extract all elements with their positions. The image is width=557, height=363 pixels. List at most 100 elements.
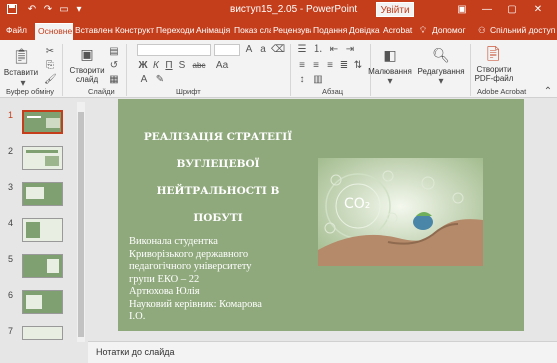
columns-icon[interactable]: ▥ [312,74,324,86]
title-bar: ↶ ↷ ▭ ▾ виступ15_2.05 - PowerPoint Увійт… [0,0,557,20]
ribbon-separator [470,44,471,96]
drawing-icon[interactable]: ◧ [381,46,399,64]
slide-image-co2-hands[interactable]: CO₂ [318,158,483,266]
sign-in-button[interactable]: Увійти [376,2,414,17]
layout-icon[interactable]: ▤ [108,46,120,58]
copy-icon[interactable]: ⎘ [44,60,56,72]
justify-icon[interactable]: ≣ [338,60,350,72]
font-size-combo[interactable] [214,44,240,56]
align-center-icon[interactable]: ≡ [310,60,322,72]
tab-help[interactable]: Довідка [349,23,381,40]
slide-thumbnail-2[interactable] [22,146,63,170]
line-spacing-icon[interactable]: ↕ [296,74,308,86]
notes-placeholder[interactable]: Нотатки до слайда [96,347,175,357]
slide-title-line: ВУГЛЕЦЕВОЇ [176,158,260,170]
close-icon[interactable]: ✕ [531,3,545,17]
tab-view[interactable]: Подання [313,23,347,40]
numbering-icon[interactable]: ⒈ [312,44,324,56]
tab-acrobat[interactable]: Acrobat [383,23,413,40]
create-pdf-button[interactable]: Створити PDF-файл [472,65,516,83]
align-right-icon[interactable]: ≡ [324,60,336,72]
ribbon-separator [290,44,291,96]
italic-button[interactable]: К [151,60,161,72]
drawing-dropdown-icon[interactable]: ▾ [384,76,396,88]
slide-thumbnail-7[interactable] [22,326,63,340]
slide-body-line: І.О. [129,311,146,322]
thumbnail-scrollbar-thumb[interactable] [78,112,84,337]
slide-body-line: Виконала студентка [129,236,218,247]
section-icon[interactable]: ▦ [108,74,120,86]
thumbnail-number: 4 [8,218,14,228]
new-slide-icon[interactable]: ▣ [79,46,95,62]
new-slide-button[interactable]: Створити слайд [66,66,108,84]
cut-icon[interactable]: ✂ [44,46,56,58]
highlight-icon[interactable]: ✎ [154,74,166,86]
slide-subtitle[interactable]: Виконала студентка Криворізького державн… [129,236,304,324]
co2-label: CO₂ [344,196,371,212]
strikethrough-button[interactable]: abc [190,60,208,72]
ribbon-tabs: Файл Основне Вставлення Конструкт Перехо… [0,20,557,40]
slide-body-line: групи ЕКО – 22 [129,273,200,285]
tab-slideshow[interactable]: Показ слай [234,23,271,40]
thumbnail-number: 6 [8,290,14,300]
slide-body-line: Артюхова Юлія [129,286,200,297]
save-icon[interactable] [6,4,18,16]
ribbon-separator [126,44,127,96]
slide-thumbnail-3[interactable] [22,182,63,206]
customize-toolbar-icon[interactable]: ▾ [73,4,85,16]
thumbnail-number: 7 [8,326,14,336]
slide-body-line: Науковий керівник: Комарова [129,298,262,310]
increase-indent-icon[interactable]: ⇥ [344,44,356,56]
tab-tell-me[interactable]: Допомог [432,23,470,40]
thumbnail-number: 1 [8,110,14,120]
thumbnail-number: 3 [8,182,14,192]
font-family-combo[interactable] [137,44,211,56]
minimize-icon[interactable]: — [480,3,494,17]
underline-button[interactable]: П [164,60,174,72]
font-color-icon[interactable]: A [138,74,150,86]
editing-button[interactable]: Редагування [413,67,469,76]
editing-icon[interactable]: 🔍︎ [432,46,450,64]
editing-dropdown-icon[interactable]: ▾ [435,76,447,88]
slide-title[interactable]: РЕАЛІЗАЦІЯ СТРАТЕГІЇ ВУГЛЕЦЕВОЇ НЕЙТРАЛЬ… [138,124,298,232]
undo-icon[interactable]: ↶ [26,4,38,16]
tab-animations[interactable]: Анімація [196,23,233,40]
tab-review[interactable]: Рецензува [273,23,311,40]
share-button[interactable]: Спільний доступ [490,23,556,40]
align-left-icon[interactable]: ≡ [296,60,308,72]
paste-icon[interactable]: 📋︎ [12,48,31,66]
tab-design[interactable]: Конструкт [115,23,154,40]
ribbon-display-options-icon[interactable]: ▣ [455,3,469,17]
slide-thumbnail-4[interactable] [22,218,63,242]
slide-thumbnail-1[interactable] [22,110,63,134]
redo-icon[interactable]: ↷ [42,4,54,16]
clear-formatting-icon[interactable]: ⌫ [271,44,285,56]
shadow-button[interactable]: S [177,60,187,72]
collapse-ribbon-icon[interactable]: ⌃ [542,86,554,98]
tab-transitions[interactable]: Переходи [156,23,194,40]
share-icon[interactable]: ⚇ [478,23,488,40]
reset-icon[interactable]: ↺ [108,60,120,72]
change-case-button[interactable]: Аа [214,60,230,72]
maximize-icon[interactable]: ▢ [505,3,519,17]
slide-thumbnail-5[interactable] [22,254,63,278]
paste-button[interactable]: Вставити [2,68,40,77]
lightbulb-icon[interactable]: 💡︎ [420,23,430,40]
format-painter-icon[interactable]: 🖌︎ [44,74,57,86]
bullets-icon[interactable]: ☰ [296,44,308,56]
group-label-acrobat: Adobe Acrobat [477,87,527,96]
slide-thumbnail-6[interactable] [22,290,63,314]
group-label-font: Шрифт [176,87,201,96]
grow-font-icon[interactable]: A [243,44,255,56]
decrease-indent-icon[interactable]: ⇤ [328,44,340,56]
shrink-font-icon[interactable]: a [257,44,269,56]
tab-file[interactable]: Файл [6,23,32,40]
drawing-button[interactable]: Малювання [363,67,417,76]
bold-button[interactable]: Ж [138,60,148,72]
group-label-slides: Слайди [88,87,115,96]
tab-home[interactable]: Основне [35,23,73,40]
thumbnail-number: 5 [8,254,14,264]
start-slideshow-icon[interactable]: ▭ [58,4,70,16]
tab-insert[interactable]: Вставлення [75,23,113,40]
create-pdf-icon[interactable]: 📄︎ [484,44,502,62]
